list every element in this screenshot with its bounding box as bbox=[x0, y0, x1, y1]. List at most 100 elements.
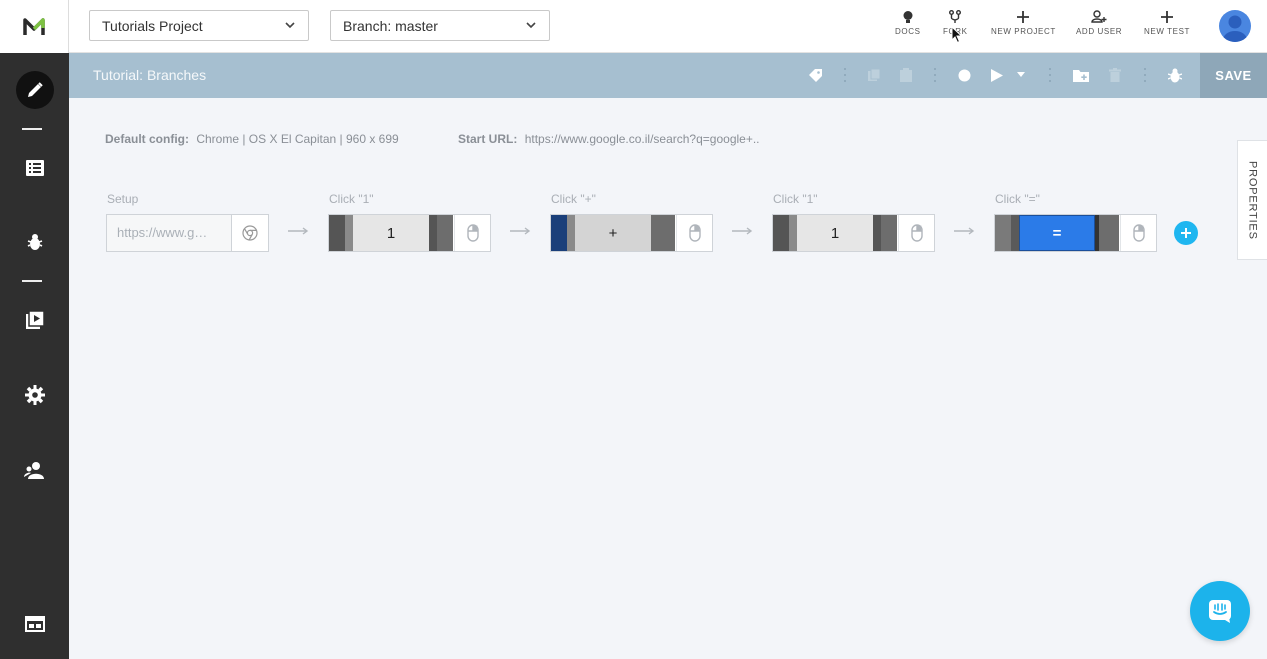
step-label: Click "=" bbox=[995, 192, 1040, 206]
step-label: Click "+" bbox=[551, 192, 596, 206]
arrow-right-icon bbox=[954, 227, 975, 235]
new-project-button[interactable]: NEW PROJECT bbox=[991, 10, 1056, 36]
move-to-folder-button[interactable] bbox=[1073, 67, 1089, 83]
play-icon bbox=[990, 68, 1003, 82]
gear-icon bbox=[24, 385, 45, 405]
clipboard-icon bbox=[900, 68, 912, 82]
step-thumbnail: = bbox=[995, 215, 1119, 251]
sidebar-item-bugs[interactable] bbox=[0, 222, 69, 262]
mouse-icon bbox=[688, 224, 701, 242]
click-action-button[interactable] bbox=[898, 215, 934, 251]
project-select-value: Tutorials Project bbox=[102, 17, 203, 34]
chat-icon bbox=[1209, 600, 1231, 623]
step-click[interactable]: 1 bbox=[772, 214, 935, 252]
mouse-icon bbox=[910, 224, 923, 242]
sidebar-item-tests[interactable] bbox=[0, 148, 69, 188]
start-url-value[interactable]: https://www.google.co.il/search?q=google… bbox=[525, 132, 760, 146]
step-thumbnail: 1 bbox=[329, 215, 453, 251]
copy-button[interactable] bbox=[866, 67, 882, 83]
arrow-right-icon bbox=[510, 227, 531, 235]
mouse-icon bbox=[466, 224, 479, 242]
step-setup[interactable]: https://www.g… bbox=[106, 214, 269, 252]
start-url: Start URL: https://www.google.co.il/sear… bbox=[458, 132, 760, 146]
save-button[interactable]: SAVE bbox=[1200, 53, 1267, 98]
toolbar-separator bbox=[844, 68, 847, 83]
bug-icon bbox=[27, 234, 42, 250]
docs-button[interactable]: DOCS bbox=[895, 10, 921, 36]
default-config-label: Default config: bbox=[105, 132, 189, 146]
arrow-right-icon bbox=[288, 227, 309, 235]
click-action-button[interactable] bbox=[454, 215, 490, 251]
mouse-icon bbox=[1132, 224, 1145, 242]
chevron-down-icon bbox=[285, 22, 295, 29]
bug-icon bbox=[1168, 68, 1182, 82]
record-button[interactable] bbox=[956, 67, 972, 83]
folder-add-icon bbox=[1073, 69, 1089, 82]
setup-settings-button[interactable] bbox=[232, 215, 268, 251]
step-label: Click "1" bbox=[773, 192, 818, 206]
toolbar-separator bbox=[934, 68, 937, 83]
mouse-cursor-icon bbox=[951, 26, 963, 44]
play-options-button[interactable] bbox=[1013, 67, 1029, 83]
debug-button[interactable] bbox=[1167, 67, 1183, 83]
project-select[interactable]: Tutorials Project bbox=[89, 10, 309, 41]
sidebar-separator bbox=[22, 128, 42, 130]
list-icon bbox=[25, 160, 44, 176]
chrome-icon bbox=[242, 225, 258, 241]
branch-select[interactable]: Branch: master bbox=[330, 10, 550, 41]
chat-button[interactable] bbox=[1190, 581, 1250, 641]
sidebar bbox=[0, 0, 69, 659]
tag-icon bbox=[808, 68, 822, 82]
default-config-value[interactable]: Chrome | OS X El Capitan | 960 x 699 bbox=[196, 132, 398, 146]
chevron-down-icon bbox=[526, 22, 536, 29]
new-project-label: NEW PROJECT bbox=[991, 27, 1056, 36]
toolbar-separator bbox=[1144, 68, 1147, 83]
properties-label: PROPERTIES bbox=[1246, 160, 1259, 240]
avatar[interactable] bbox=[1219, 10, 1251, 42]
sidebar-item-team[interactable] bbox=[0, 450, 69, 490]
step-label: Click "1" bbox=[329, 192, 374, 206]
copy-icon bbox=[868, 68, 881, 81]
new-test-button[interactable]: NEW TEST bbox=[1144, 10, 1190, 36]
docs-label: DOCS bbox=[895, 27, 921, 36]
delete-button[interactable] bbox=[1107, 67, 1123, 83]
users-icon bbox=[23, 462, 44, 479]
click-action-button[interactable] bbox=[1120, 215, 1156, 251]
sidebar-item-settings[interactable] bbox=[0, 375, 69, 415]
plus-icon bbox=[1161, 11, 1173, 23]
fork-icon bbox=[949, 10, 962, 23]
play-library-icon bbox=[25, 311, 44, 329]
paste-button[interactable] bbox=[898, 67, 914, 83]
step-click[interactable]: = bbox=[994, 214, 1157, 252]
default-config: Default config: Chrome | OS X El Capitan… bbox=[105, 132, 399, 146]
step-click[interactable]: + bbox=[550, 214, 713, 252]
start-url-label: Start URL: bbox=[458, 132, 518, 146]
step-thumbnail: 1 bbox=[773, 215, 897, 251]
plus-icon bbox=[1017, 11, 1030, 23]
toolbar-separator bbox=[1049, 68, 1052, 83]
add-step-button[interactable] bbox=[1174, 221, 1198, 245]
sidebar-item-runs[interactable] bbox=[0, 300, 69, 340]
key-plus: + bbox=[575, 215, 651, 251]
app-logo[interactable] bbox=[0, 0, 69, 53]
add-user-button[interactable]: ADD USER bbox=[1076, 10, 1122, 36]
click-action-button[interactable] bbox=[676, 215, 712, 251]
properties-tab[interactable]: PROPERTIES bbox=[1237, 140, 1267, 260]
trash-icon bbox=[1109, 68, 1121, 82]
plus-icon bbox=[1181, 228, 1191, 238]
sidebar-item-editor[interactable] bbox=[0, 70, 69, 110]
tag-button[interactable] bbox=[807, 67, 823, 83]
test-title: Tutorial: Branches bbox=[93, 67, 207, 83]
user-avatar-icon bbox=[1223, 15, 1247, 42]
test-header-bar: Tutorial: Branches SAVE bbox=[69, 53, 1267, 98]
key-equals: = bbox=[1019, 215, 1095, 251]
record-icon bbox=[958, 69, 970, 81]
step-label-setup: Setup bbox=[107, 192, 139, 206]
play-button[interactable] bbox=[988, 67, 1004, 83]
add-user-icon bbox=[1091, 10, 1107, 23]
setup-url-field[interactable]: https://www.g… bbox=[107, 215, 232, 251]
new-test-label: NEW TEST bbox=[1144, 27, 1190, 36]
step-click[interactable]: 1 bbox=[328, 214, 491, 252]
top-bar: Tutorials Project Branch: master DOCS FO… bbox=[69, 0, 1267, 53]
sidebar-item-panel[interactable] bbox=[0, 604, 69, 644]
